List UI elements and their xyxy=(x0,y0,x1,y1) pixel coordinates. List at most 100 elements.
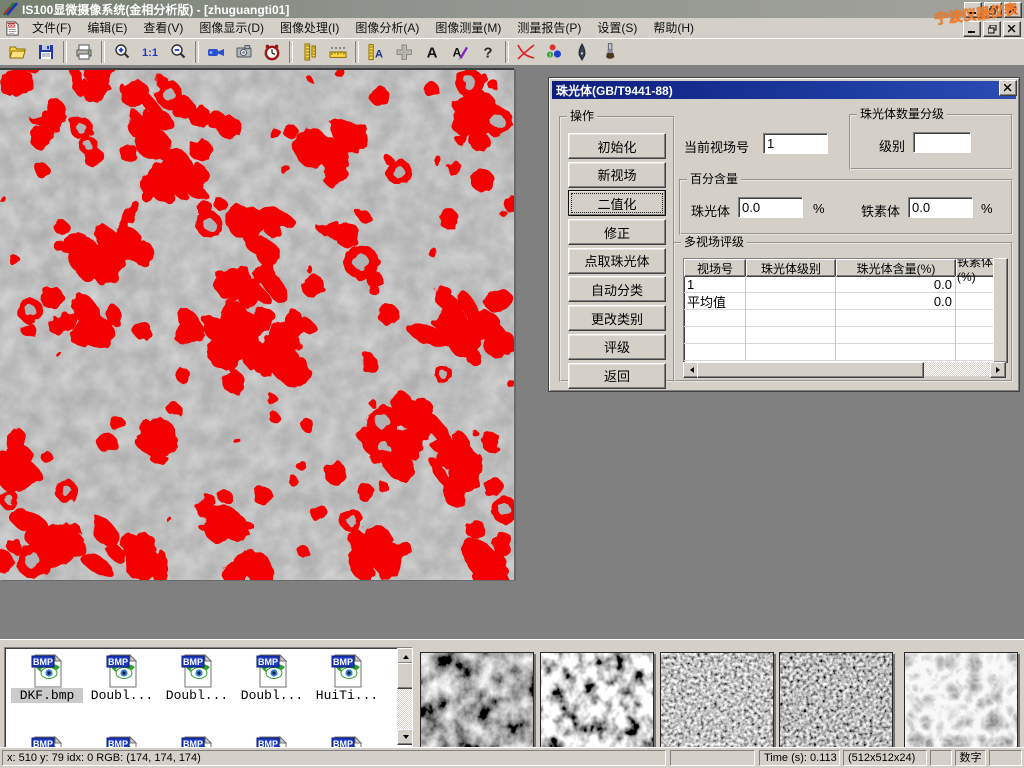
close-button[interactable] xyxy=(1004,2,1022,18)
table-row[interactable]: 平均值 0.0 xyxy=(684,293,994,310)
file-name[interactable]: Doubl... xyxy=(86,688,158,703)
pearlite-percent-input[interactable] xyxy=(738,197,803,218)
file-item[interactable]: Doubl... xyxy=(86,652,158,703)
auto-classify-button[interactable]: 自动分类 xyxy=(568,276,666,302)
init-button[interactable]: 初始化 xyxy=(568,133,666,159)
save-floppy-icon[interactable] xyxy=(32,39,60,65)
edit-text-icon[interactable]: A xyxy=(446,39,474,65)
status-panel-empty xyxy=(930,750,952,766)
file-name[interactable]: HuiTi... xyxy=(311,688,383,703)
horizontal-ruler-icon[interactable] xyxy=(324,39,352,65)
return-button[interactable]: 返回 xyxy=(568,363,666,389)
header-pearlite-content[interactable]: 珠光体含量(%) xyxy=(836,259,956,277)
sample-thumbnail-4[interactable] xyxy=(779,652,893,749)
change-class-button[interactable]: 更改类别 xyxy=(568,305,666,331)
file-item[interactable]: HuiTi... xyxy=(311,652,383,703)
measure-label-icon[interactable]: A xyxy=(362,39,390,65)
sample-thumbnail-2[interactable] xyxy=(540,652,654,749)
vscroll-thumb[interactable] xyxy=(397,663,413,689)
help-question-icon[interactable]: ? xyxy=(474,39,502,65)
percent-sign: % xyxy=(981,201,993,216)
filelist-vscrollbar[interactable] xyxy=(397,648,412,745)
table-vscrollbar[interactable] xyxy=(993,258,1008,363)
file-item[interactable] xyxy=(236,734,308,748)
multiview-table[interactable]: 视场号 珠光体级别 珠光体含量(%) 铁素体含量(%) 1 0.0 平均值 0.… xyxy=(683,258,995,363)
hscroll-right-arrow-icon[interactable] xyxy=(990,362,1006,378)
percent-sign: % xyxy=(813,201,825,216)
ferrite-percent-input[interactable] xyxy=(908,197,973,218)
file-name[interactable]: Doubl... xyxy=(236,688,308,703)
file-name[interactable]: Doubl... xyxy=(161,688,233,703)
multiview-group-title: 多视场评级 xyxy=(681,236,747,249)
time-panel: Time (s): 0.113 xyxy=(759,750,840,766)
brush-icon[interactable] xyxy=(596,39,624,65)
hscroll-thumb[interactable] xyxy=(697,362,924,378)
menu-help[interactable]: 帮助(H) xyxy=(645,19,702,38)
table-row[interactable]: 1 0.0 xyxy=(684,276,994,293)
correct-button[interactable]: 修正 xyxy=(568,219,666,245)
menu-image-analysis[interactable]: 图像分析(A) xyxy=(347,19,427,38)
zoom-in-icon[interactable] xyxy=(108,39,136,65)
header-pearlite-grade[interactable]: 珠光体级别 xyxy=(746,259,836,277)
new-field-button[interactable]: 新视场 xyxy=(568,162,666,188)
current-view-input[interactable] xyxy=(763,133,828,154)
file-browser[interactable]: DKF.bmp Doubl... Doubl... Doubl... HuiTi… xyxy=(4,647,413,748)
video-camera-icon[interactable] xyxy=(202,39,230,65)
pick-pearlite-button[interactable]: 点取珠光体 xyxy=(568,248,666,274)
binarize-button[interactable]: 二值化 xyxy=(568,190,666,216)
vscroll-up-arrow-icon[interactable] xyxy=(397,648,413,664)
dialog-title-bar[interactable]: 珠光体(GB/T9441-88) xyxy=(552,81,1016,99)
actual-size-icon[interactable]: 1:1 xyxy=(136,39,164,65)
mdi-restore-button[interactable] xyxy=(983,21,1001,37)
file-item[interactable] xyxy=(161,734,233,748)
toolbar-separator xyxy=(195,41,199,63)
menu-edit[interactable]: 编辑(E) xyxy=(79,19,135,38)
text-a-icon[interactable]: A xyxy=(418,39,446,65)
header-field-no[interactable]: 视场号 xyxy=(684,259,746,277)
sample-thumbnail-3[interactable] xyxy=(660,652,774,749)
color-classify-icon[interactable]: 3 xyxy=(540,39,568,65)
file-item[interactable] xyxy=(311,734,383,748)
vertical-caliper-icon[interactable] xyxy=(296,39,324,65)
grid-cross-icon[interactable] xyxy=(390,39,418,65)
table-hscrollbar[interactable] xyxy=(683,362,1006,376)
file-item[interactable]: Doubl... xyxy=(236,652,308,703)
open-folder-icon[interactable] xyxy=(4,39,32,65)
zoom-out-icon[interactable] xyxy=(164,39,192,65)
menu-image-measure[interactable]: 图像测量(M) xyxy=(427,19,509,38)
spline-curve-icon[interactable] xyxy=(512,39,540,65)
grading-group: 珠光体数量分级 级别 xyxy=(849,114,1013,170)
minimize-button[interactable] xyxy=(964,2,982,18)
table-row-empty xyxy=(684,310,994,327)
menu-measure-report[interactable]: 测量报告(P) xyxy=(509,19,589,38)
toolbar-separator xyxy=(505,41,509,63)
printer-icon[interactable] xyxy=(70,39,98,65)
sample-thumbnail-1[interactable] xyxy=(420,652,534,749)
file-item[interactable]: DKF.bmp xyxy=(11,652,83,703)
pen-nib-icon[interactable] xyxy=(568,39,596,65)
bottom-panel: DKF.bmp Doubl... Doubl... Doubl... HuiTi… xyxy=(0,637,1024,747)
file-name[interactable]: DKF.bmp xyxy=(11,688,83,703)
menu-image-process[interactable]: 图像处理(I) xyxy=(272,19,347,38)
toolbar: 1:1 A A A ? 3 xyxy=(0,38,1024,66)
metallographic-image[interactable] xyxy=(0,68,514,580)
capture-camera-icon[interactable] xyxy=(230,39,258,65)
menu-settings[interactable]: 设置(S) xyxy=(589,19,645,38)
menu-image-display[interactable]: 图像显示(D) xyxy=(191,19,272,38)
level-input[interactable] xyxy=(913,132,971,153)
mdi-close-button[interactable] xyxy=(1003,21,1021,37)
restore-button[interactable] xyxy=(984,2,1002,18)
rate-button[interactable]: 评级 xyxy=(568,334,666,360)
dialog-close-icon[interactable] xyxy=(999,80,1017,96)
image-size-panel: (512x512x24) xyxy=(843,750,927,766)
mdi-minimize-button[interactable] xyxy=(963,21,981,37)
header-ferrite-content[interactable]: 铁素体含量(%) xyxy=(956,259,995,277)
sample-thumbnail-5[interactable] xyxy=(904,652,1018,749)
file-item[interactable] xyxy=(11,734,83,748)
menu-file[interactable]: 文件(F) xyxy=(24,19,79,38)
file-item[interactable]: Doubl... xyxy=(161,652,233,703)
menu-view[interactable]: 查看(V) xyxy=(135,19,191,38)
vscroll-down-arrow-icon[interactable] xyxy=(397,729,413,745)
timer-clock-icon[interactable] xyxy=(258,39,286,65)
file-item[interactable] xyxy=(86,734,158,748)
